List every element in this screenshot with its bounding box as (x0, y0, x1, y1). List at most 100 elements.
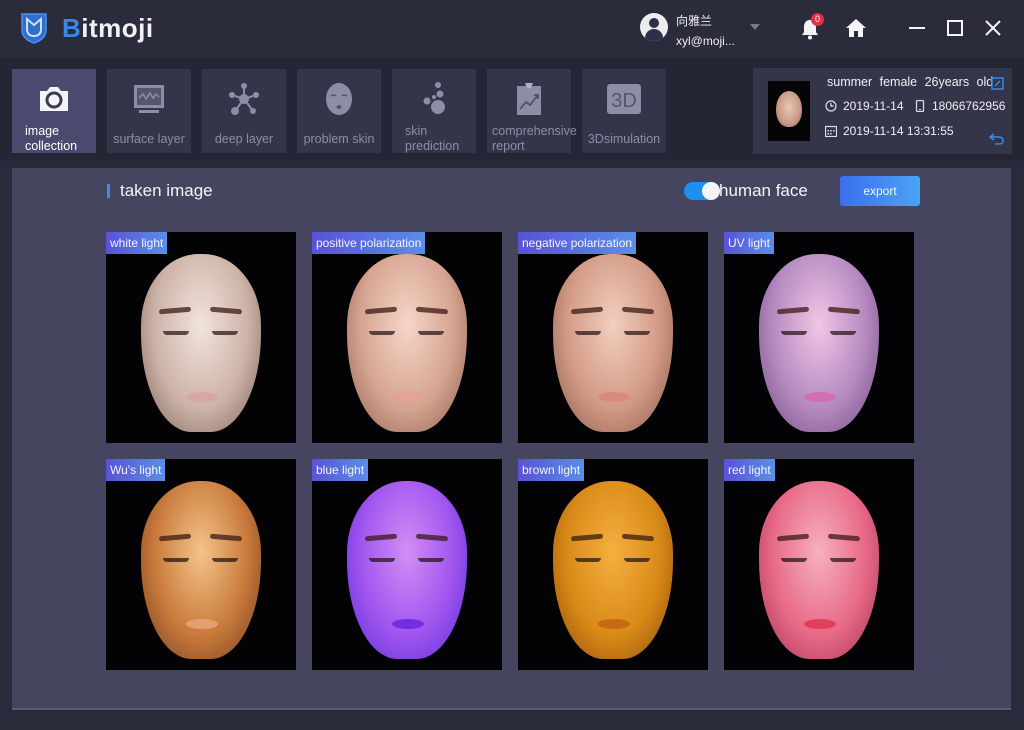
captured-image-grid: white light positive polarization negative… (106, 232, 914, 670)
client-photo[interactable] (768, 81, 810, 141)
image-light-label: blue light (312, 459, 369, 481)
tab-comprehensive-report[interactable]: comprehensive report (487, 69, 577, 153)
tab-label: 3Dsimulation (587, 132, 661, 146)
lips (392, 619, 424, 629)
clock-icon (825, 100, 837, 112)
client-datetime: 2019-11-14 13:31:55 (843, 124, 954, 138)
tab-image-collection[interactable]: image collection (12, 69, 96, 153)
lips (186, 392, 218, 402)
report-chart-icon (517, 83, 541, 115)
svg-text:3D: 3D (611, 90, 637, 112)
closed-eye (575, 558, 601, 562)
notification-badge: 0 (811, 13, 824, 26)
user-avatar-icon[interactable] (640, 13, 668, 41)
bubbles-icon (423, 82, 445, 114)
closed-eye (163, 558, 189, 562)
image-light-label: white light (106, 232, 168, 254)
face-image (553, 254, 673, 432)
title-bar: Bitmoji 向雅兰 xyl@moji... 0 (0, 0, 1024, 58)
user-name[interactable]: 向雅兰 (676, 12, 712, 29)
face-image (347, 254, 467, 432)
closed-eye (163, 331, 189, 335)
closed-eye (369, 558, 395, 562)
app-title-first-letter: B (62, 13, 82, 43)
face-image (141, 481, 261, 659)
face-image (141, 254, 261, 432)
calendar-icon (825, 125, 837, 137)
tab-deep-layer[interactable]: deep layer (202, 69, 286, 153)
client-summary: summer female 26years old (827, 75, 994, 89)
captured-image-tile[interactable]: Wu's light (106, 459, 296, 670)
3d-icon: 3D (607, 84, 641, 114)
client-profile-card: summer female 26years old 2019-11-14 180… (753, 68, 1012, 154)
undo-icon[interactable] (989, 132, 1004, 145)
captured-image-tile[interactable]: UV light (724, 232, 914, 443)
module-nav: image collection surface layer deep laye… (0, 58, 1024, 161)
app-title: Bitmoji (62, 13, 154, 44)
tab-label: image collection (25, 124, 78, 153)
face-mask-icon (326, 83, 352, 115)
toggle-knob (702, 182, 720, 200)
lips (598, 619, 630, 629)
human-face-toggle-label: human face (719, 181, 808, 200)
user-email[interactable]: xyl@moji... (676, 34, 735, 48)
face-image (553, 481, 673, 659)
closed-eye (369, 331, 395, 335)
client-date-row: 2019-11-14 (825, 99, 904, 113)
human-face-toggle[interactable] (684, 182, 720, 200)
tab-label: comprehensive report (492, 124, 577, 153)
maximize-icon[interactable] (944, 17, 966, 39)
shield-logo-icon (21, 13, 47, 44)
lips (392, 392, 424, 402)
closed-eye (830, 558, 856, 562)
closed-eye (781, 331, 807, 335)
caret-down-icon[interactable] (750, 24, 760, 30)
closed-eye (624, 558, 650, 562)
client-datetime-row: 2019-11-14 13:31:55 (825, 124, 954, 138)
tab-label: surface layer (113, 132, 185, 146)
image-light-label: positive polarization (312, 232, 426, 254)
image-light-label: brown light (518, 459, 585, 481)
minimize-icon[interactable] (906, 17, 928, 39)
camera-icon (40, 87, 68, 111)
image-light-label: Wu's light (106, 459, 166, 481)
client-phone: 18066762956 (932, 99, 1006, 113)
captured-image-tile[interactable]: positive polarization (312, 232, 502, 443)
tab-label: deep layer (214, 132, 274, 146)
captured-image-tile[interactable]: white light (106, 232, 296, 443)
image-light-label: negative polarization (518, 232, 637, 254)
captured-image-tile[interactable]: brown light (518, 459, 708, 670)
face-image (759, 254, 879, 432)
close-icon[interactable] (982, 17, 1004, 39)
image-collection-panel: taken image human face export white ligh… (12, 168, 1011, 710)
tab-problem-skin[interactable]: problem skin (297, 69, 381, 153)
closed-eye (781, 558, 807, 562)
tab-surface-layer[interactable]: surface layer (107, 69, 191, 153)
closed-eye (212, 331, 238, 335)
lips (804, 619, 836, 629)
export-button[interactable]: export (840, 176, 920, 206)
captured-image-tile[interactable]: red light (724, 459, 914, 670)
lips (598, 392, 630, 402)
home-icon[interactable] (845, 18, 867, 38)
monitor-wave-icon (134, 85, 164, 113)
face-image (759, 481, 879, 659)
section-accent-bar (107, 184, 110, 198)
client-phone-row: 18066762956 (914, 99, 1005, 113)
tab-skin-prediction[interactable]: skin prediction (392, 69, 476, 153)
closed-eye (830, 331, 856, 335)
captured-image-tile[interactable]: negative polarization (518, 232, 708, 443)
phone-icon (915, 100, 925, 112)
captured-image-tile[interactable]: blue light (312, 459, 502, 670)
section-title: taken image (120, 181, 213, 200)
tab-3d-simulation[interactable]: 3D 3Dsimulation (582, 69, 666, 153)
tab-label: problem skin (303, 132, 375, 146)
tab-label: skin prediction (405, 124, 460, 153)
closed-eye (624, 331, 650, 335)
app-title-rest: itmoji (81, 13, 154, 43)
edit-icon[interactable] (991, 77, 1004, 90)
molecule-icon (229, 83, 259, 115)
client-date: 2019-11-14 (843, 99, 904, 113)
closed-eye (212, 558, 238, 562)
lips (804, 392, 836, 402)
